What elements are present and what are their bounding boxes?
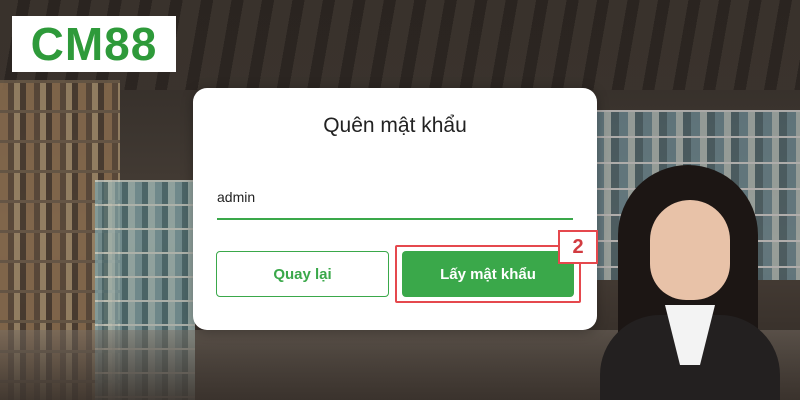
forgot-password-dialog: Quên mật khẩu Quay lại Lấy mật khẩu 2	[193, 88, 598, 330]
get-password-button[interactable]: Lấy mật khẩu	[402, 251, 574, 297]
background-person	[600, 165, 780, 400]
dialog-title: Quên mật khẩu	[323, 114, 467, 137]
brand-logo-text: CM88	[30, 18, 158, 70]
background-scene: CM88 Quên mật khẩu Quay lại Lấy mật khẩu…	[0, 0, 800, 400]
person-face	[650, 200, 730, 300]
back-button[interactable]: Quay lại	[216, 251, 389, 297]
brand-logo: CM88	[12, 16, 176, 72]
username-input[interactable]	[217, 182, 573, 220]
step-number-badge: 2	[558, 230, 598, 264]
